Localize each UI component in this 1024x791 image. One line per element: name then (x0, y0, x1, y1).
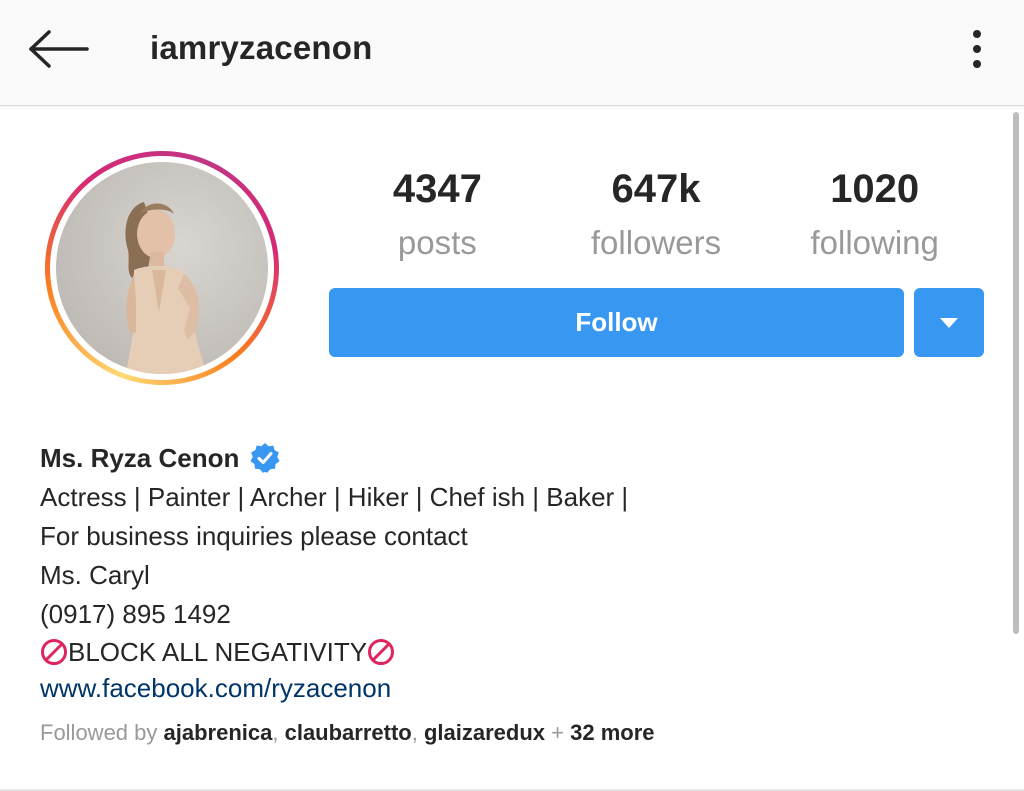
followed-by-account[interactable]: ajabrenica (164, 720, 273, 745)
display-name: Ms. Ryza Cenon (40, 442, 240, 473)
profile-stats: 4347 posts 647k followers 1020 following (328, 165, 984, 275)
block-negativity-text: BLOCK ALL NEGATIVITY (68, 637, 368, 667)
scrollbar[interactable] (1013, 112, 1019, 634)
posts-count: 4347 (392, 167, 482, 211)
bio-line-block: BLOCK ALL NEGATIVITY (40, 634, 980, 670)
bio-line-contact-name: Ms. Caryl (40, 560, 150, 590)
stat-followers[interactable]: 647k followers (547, 165, 766, 275)
followed-by-account[interactable]: glaizaredux (424, 720, 545, 745)
separator: , (411, 720, 424, 745)
vertical-dots-icon-dot (973, 60, 981, 68)
vertical-dots-icon-dot (973, 45, 981, 53)
prohibited-icon (368, 639, 395, 665)
followed-by-account[interactable]: claubarretto (285, 720, 412, 745)
stat-posts: 4347 posts (328, 165, 547, 275)
following-label[interactable]: following (765, 221, 984, 265)
separator: , (272, 720, 285, 745)
followers-count[interactable]: 647k (547, 165, 766, 213)
posts-label: posts (397, 224, 477, 261)
follow-button[interactable]: Follow (329, 288, 904, 357)
top-bar: iamryzacenon (0, 0, 1024, 106)
bio-line-business: For business inquiries please contact (40, 521, 468, 551)
following-count[interactable]: 1020 (765, 165, 984, 213)
arrow-left-icon (29, 30, 89, 68)
avatar (56, 162, 268, 374)
suggestions-dropdown-button[interactable] (914, 288, 984, 357)
caret-down-icon (940, 317, 958, 328)
plus-sign: + (545, 720, 571, 745)
followers-label[interactable]: followers (547, 221, 766, 265)
profile-bio: Ms. Ryza Cenon Actress | Painter | Arche… (40, 438, 980, 748)
more-options-button[interactable] (955, 24, 999, 74)
vertical-dots-icon (973, 30, 981, 38)
external-link[interactable]: www.facebook.com/ryzacenon (40, 670, 391, 706)
name-row: Ms. Ryza Cenon (40, 438, 980, 478)
verified-badge-icon (249, 442, 281, 474)
avatar-photo (125, 202, 206, 374)
profile-username-title: iamryzacenon (150, 29, 373, 66)
followed-by-prefix: Followed by (40, 720, 164, 745)
bio-line-phone: (0917) 895 1492 (40, 599, 231, 629)
bio-line-roles: Actress | Painter | Archer | Hiker | Che… (40, 482, 629, 512)
avatar-gap (50, 156, 274, 380)
prohibited-icon (41, 639, 67, 665)
stat-following[interactable]: 1020 following (765, 165, 984, 275)
back-button[interactable] (22, 22, 94, 76)
followed-by-more[interactable]: 32 more (570, 720, 654, 745)
followed-by[interactable]: Followed by ajabrenica, claubarretto, gl… (40, 718, 980, 748)
story-ring[interactable] (45, 151, 279, 385)
